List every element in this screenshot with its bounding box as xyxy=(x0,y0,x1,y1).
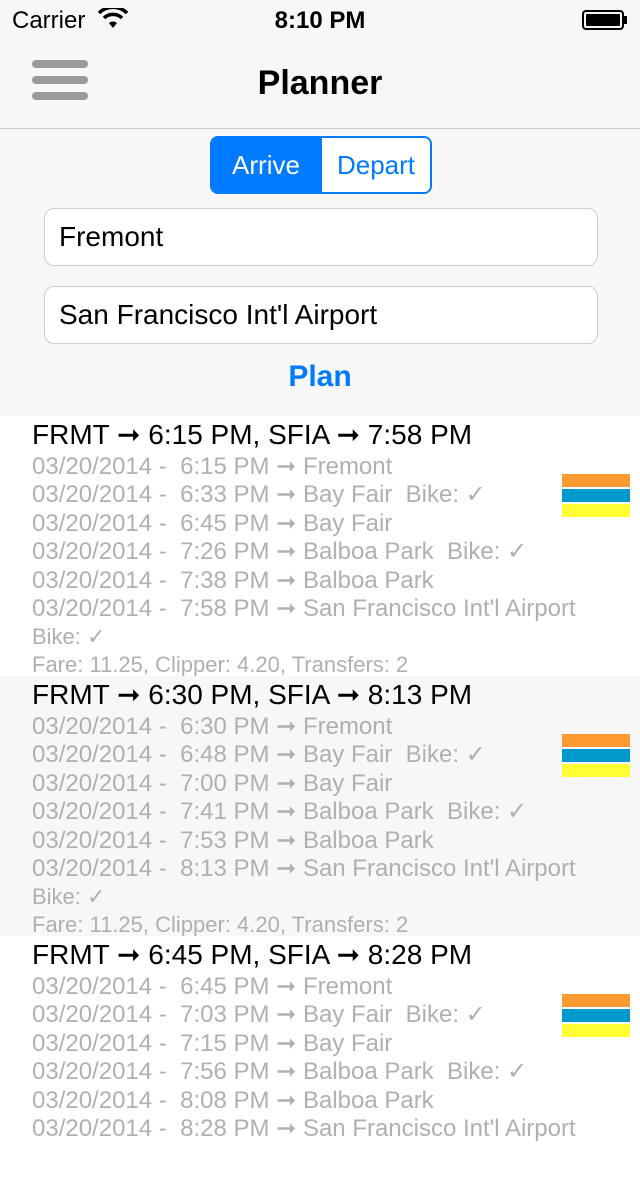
trip-fare: Fare: 11.25, Clipper: 4.20, Transfers: 2 xyxy=(32,652,409,676)
route-stripe xyxy=(562,1009,630,1022)
trip-leg: 03/20/2014 - 7:03 PM ➞ Bay Fair Bike: ✓ xyxy=(32,1001,486,1028)
trip-leg: 03/20/2014 - 6:15 PM ➞ Fremont xyxy=(32,453,393,480)
route-stripe xyxy=(562,764,630,777)
trip-result[interactable]: FRMT ➞ 6:15 PM, SFIA ➞ 7:58 PM 03/20/201… xyxy=(0,416,640,676)
trip-leg: 03/20/2014 - 7:58 PM ➞ San Francisco Int… xyxy=(32,595,576,622)
depart-segment[interactable]: Depart xyxy=(320,138,430,192)
trip-leg: 03/20/2014 - 8:13 PM ➞ San Francisco Int… xyxy=(32,855,576,882)
trip-leg: 03/20/2014 - 6:45 PM ➞ Fremont xyxy=(32,973,393,1000)
trip-summary: FRMT ➞ 6:45 PM, SFIA ➞ 8:28 PM xyxy=(32,939,473,970)
trip-result[interactable]: FRMT ➞ 6:45 PM, SFIA ➞ 8:28 PM 03/20/201… xyxy=(0,936,640,1196)
battery-icon xyxy=(582,10,627,30)
trip-results-list: FRMT ➞ 6:15 PM, SFIA ➞ 7:58 PM 03/20/201… xyxy=(0,416,640,1196)
arrive-depart-segmented-control: Arrive Depart xyxy=(210,136,432,194)
page-title: Planner xyxy=(257,64,383,102)
trip-leg: 03/20/2014 - 8:08 PM ➞ Balboa Park xyxy=(32,1087,434,1114)
route-stripe xyxy=(562,1024,630,1037)
destination-station-field[interactable]: San Francisco Int'l Airport xyxy=(44,286,598,344)
route-color-icon xyxy=(562,994,630,1038)
navigation-bar: Planner xyxy=(0,40,640,129)
trip-leg: 03/20/2014 - 7:41 PM ➞ Balboa Park Bike:… xyxy=(32,798,528,825)
trip-leg: 03/20/2014 - 7:38 PM ➞ Balboa Park xyxy=(32,567,434,594)
arrive-segment[interactable]: Arrive xyxy=(212,138,320,192)
route-color-icon xyxy=(562,474,630,518)
route-color-icon xyxy=(562,734,630,778)
trip-leg: 03/20/2014 - 7:00 PM ➞ Bay Fair xyxy=(32,770,393,797)
origin-station-field[interactable]: Fremont xyxy=(44,208,598,266)
trip-result[interactable]: FRMT ➞ 6:30 PM, SFIA ➞ 8:13 PM 03/20/201… xyxy=(0,676,640,936)
trip-leg: 03/20/2014 - 7:15 PM ➞ Bay Fair xyxy=(32,1030,393,1057)
trip-summary: FRMT ➞ 6:15 PM, SFIA ➞ 7:58 PM xyxy=(32,419,473,450)
route-stripe xyxy=(562,749,630,762)
trip-summary: FRMT ➞ 6:30 PM, SFIA ➞ 8:13 PM xyxy=(32,679,473,710)
status-bar: Carrier 8:10 PM xyxy=(0,0,640,40)
route-stripe xyxy=(562,474,630,487)
trip-leg: 03/20/2014 - 7:56 PM ➞ Balboa Park Bike:… xyxy=(32,1058,528,1085)
trip-leg: 03/20/2014 - 6:48 PM ➞ Bay Fair Bike: ✓ xyxy=(32,741,486,768)
trip-leg: 03/20/2014 - 6:30 PM ➞ Fremont xyxy=(32,713,393,740)
status-time: 8:10 PM xyxy=(274,7,366,34)
trip-leg: 03/20/2014 - 8:28 PM ➞ San Francisco Int… xyxy=(32,1115,576,1142)
plan-button[interactable]: Plan xyxy=(0,360,640,394)
trip-leg: 03/20/2014 - 7:26 PM ➞ Balboa Park Bike:… xyxy=(32,538,528,565)
route-stripe xyxy=(562,994,630,1007)
trip-bike-note: Bike: ✓ xyxy=(32,884,106,909)
route-stripe xyxy=(562,504,630,517)
trip-leg: 03/20/2014 - 6:45 PM ➞ Bay Fair xyxy=(32,510,393,537)
trip-fare: Fare: 11.25, Clipper: 4.20, Transfers: 2 xyxy=(32,912,409,936)
route-stripe xyxy=(562,734,630,747)
trip-bike-note: Bike: ✓ xyxy=(32,624,106,649)
route-stripe xyxy=(562,489,630,502)
trip-leg: 03/20/2014 - 6:33 PM ➞ Bay Fair Bike: ✓ xyxy=(32,481,486,508)
trip-leg: 03/20/2014 - 7:53 PM ➞ Balboa Park xyxy=(32,827,434,854)
